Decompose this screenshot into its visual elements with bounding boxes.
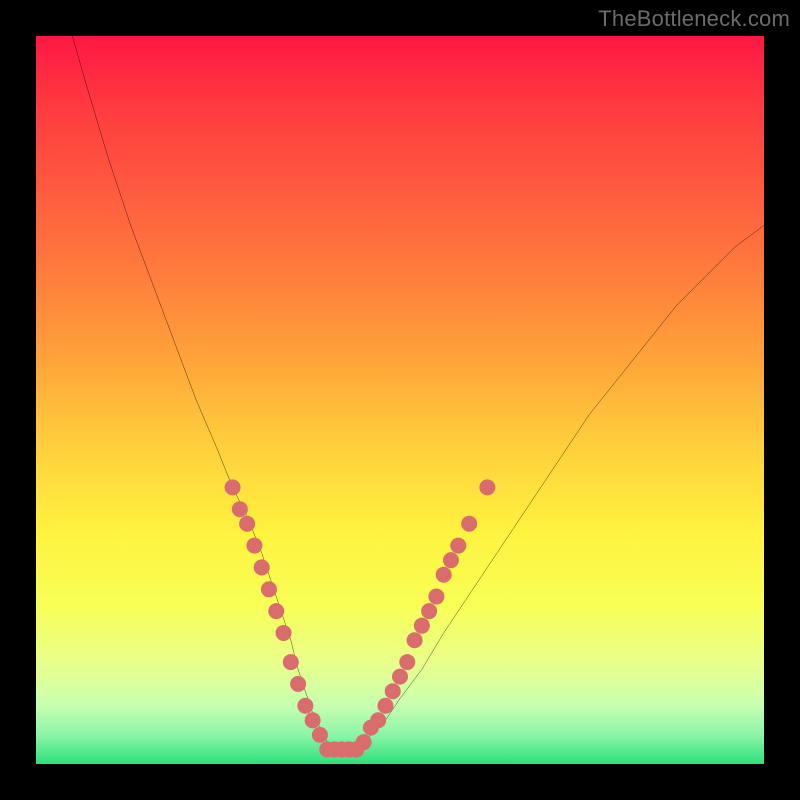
highlight-point (254, 559, 270, 575)
highlight-point (392, 669, 408, 685)
highlight-point (450, 538, 466, 554)
highlight-point (239, 516, 255, 532)
highlight-point (407, 632, 423, 648)
highlight-point (290, 676, 306, 692)
highlight-markers (225, 479, 496, 757)
highlight-point (421, 603, 437, 619)
highlight-point (479, 479, 495, 495)
highlight-point (461, 516, 477, 532)
highlight-point (246, 538, 262, 554)
highlight-point (436, 567, 452, 583)
highlight-point (370, 712, 386, 728)
highlight-point (414, 618, 430, 634)
highlight-point (268, 603, 284, 619)
highlight-point (276, 625, 292, 641)
highlight-point (305, 712, 321, 728)
highlight-point (428, 589, 444, 605)
highlight-point (283, 654, 299, 670)
highlight-point (297, 698, 313, 714)
highlight-point (232, 501, 248, 517)
highlight-point (443, 552, 459, 568)
highlight-point (377, 698, 393, 714)
highlight-point (385, 683, 401, 699)
chart-frame: TheBottleneck.com (0, 0, 800, 800)
highlight-point (399, 654, 415, 670)
bottleneck-chart-svg (36, 36, 764, 764)
watermark-text: TheBottleneck.com (598, 6, 790, 32)
plot-area (36, 36, 764, 764)
highlight-point (225, 479, 241, 495)
highlight-point (312, 727, 328, 743)
highlight-point (261, 581, 277, 597)
highlight-point (356, 734, 372, 750)
